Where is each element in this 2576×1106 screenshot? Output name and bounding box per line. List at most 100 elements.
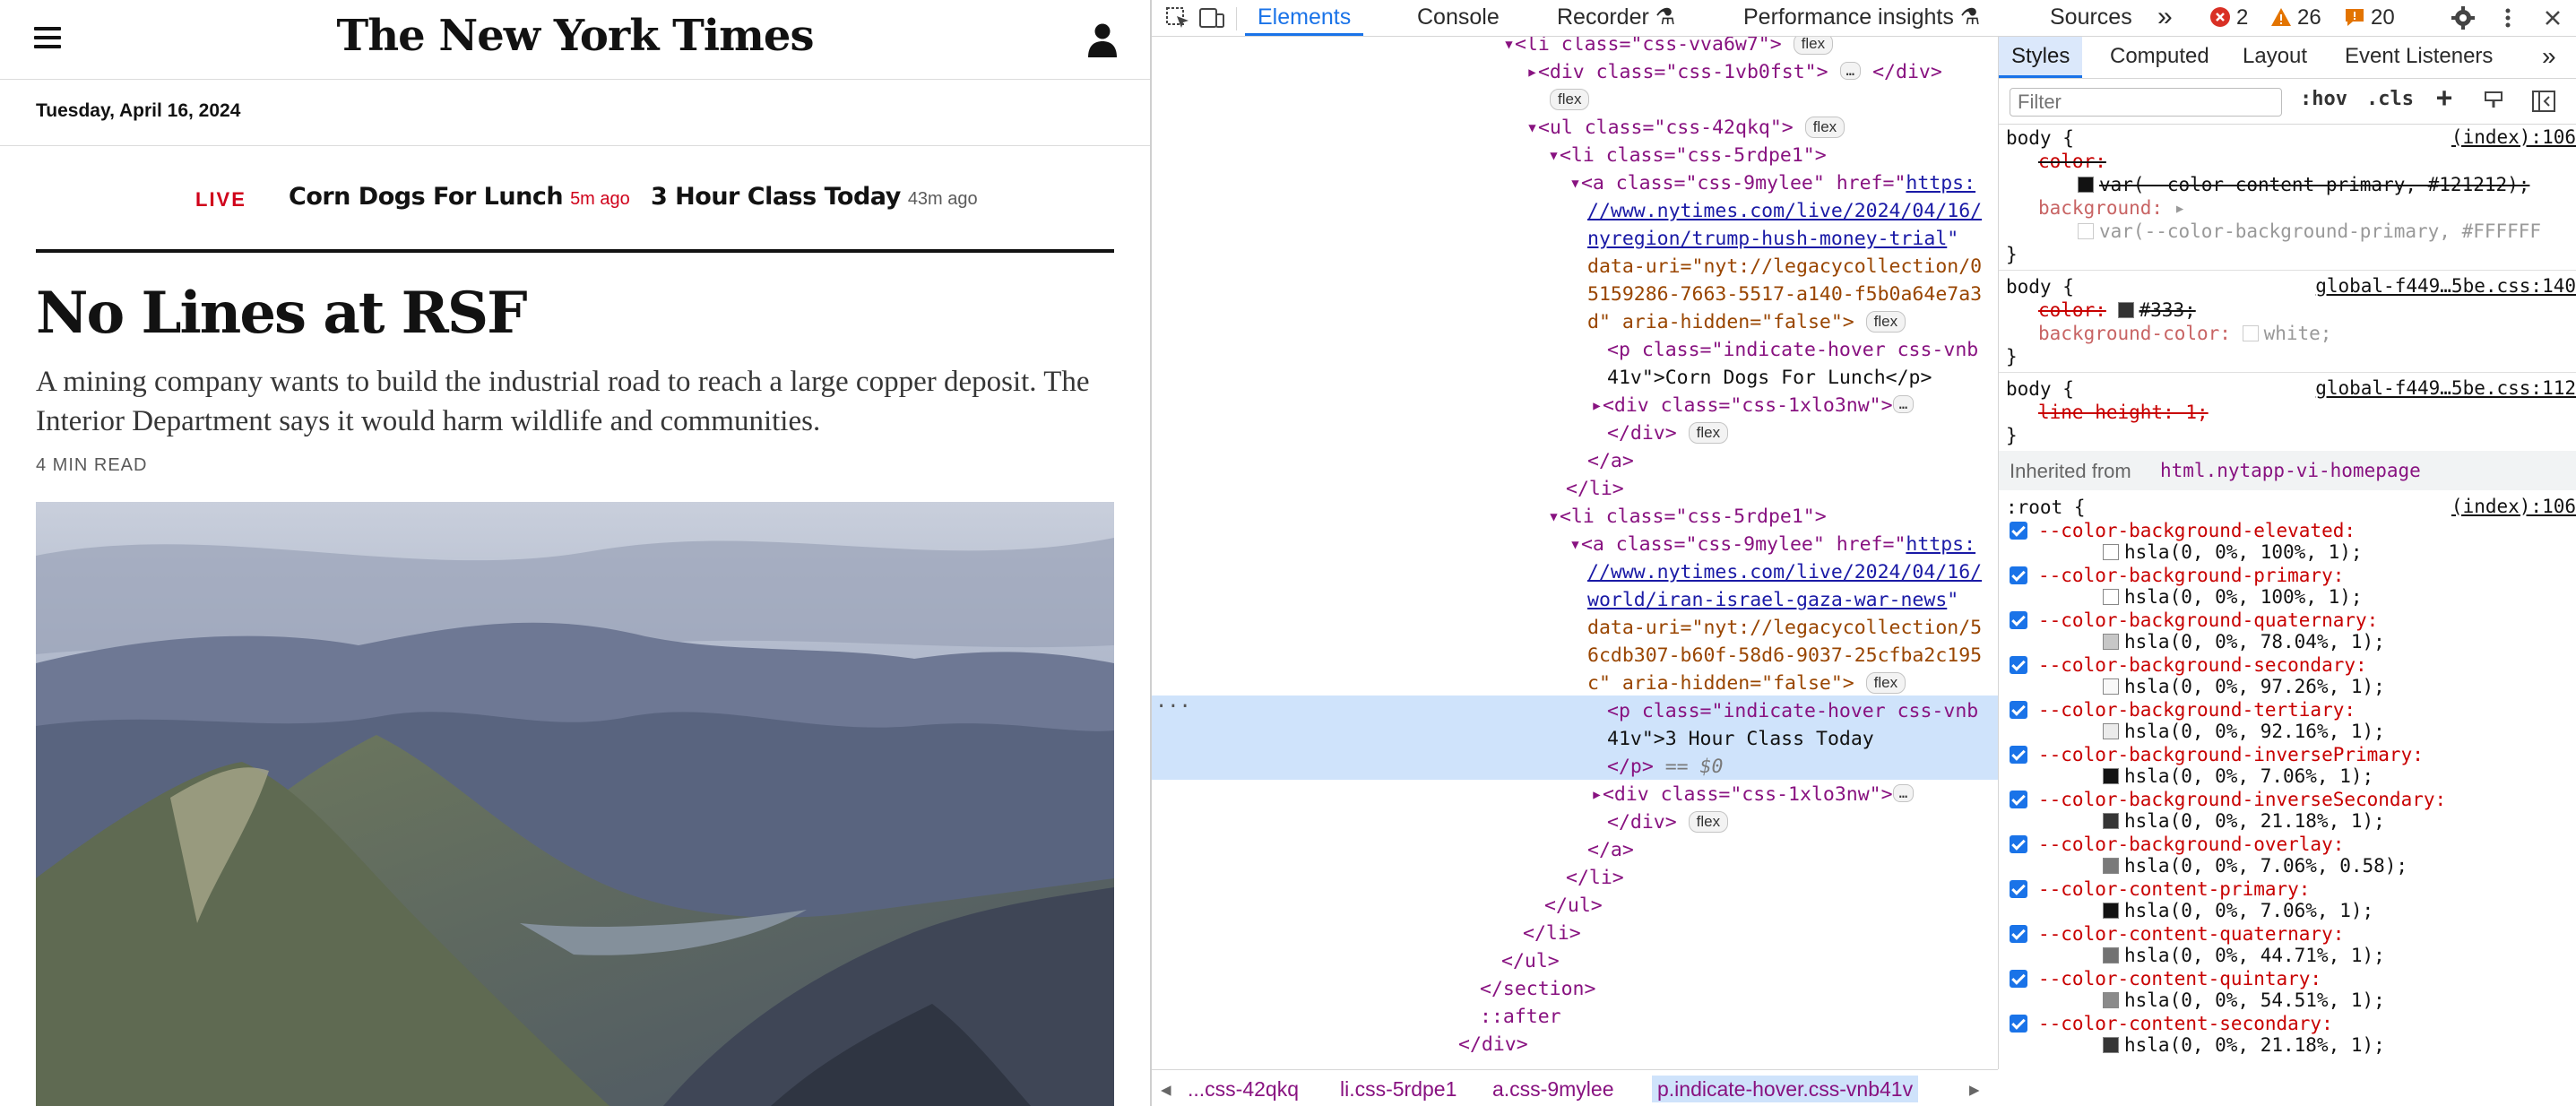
rule-selector[interactable]: :root { (2006, 496, 2086, 519)
color-swatch[interactable] (2117, 302, 2134, 318)
dom-node[interactable]: flex (1550, 87, 1590, 114)
collapsed-children[interactable]: … (1892, 395, 1915, 413)
rule-source-link[interactable]: global-f449…5be.css:112 (2315, 377, 2576, 399)
css-variable-name[interactable]: --color-background-primary: (2038, 564, 2344, 587)
dom-tag-close[interactable]: </a> (1587, 448, 1634, 475)
warnings-badge[interactable]: 26 (2270, 5, 2321, 30)
property-checkbox[interactable] (2010, 970, 2027, 988)
tab-console[interactable]: Console (1417, 0, 1500, 36)
tab-event-listeners[interactable]: Event Listeners (2345, 37, 2493, 78)
dom-tag-close[interactable]: </ul> (1501, 948, 1560, 975)
account-icon[interactable] (1086, 22, 1119, 57)
css-variable-name[interactable]: --color-content-primary: (2038, 877, 2310, 901)
rule-selector[interactable]: body { (2006, 377, 2074, 401)
css-variable-name[interactable]: --color-background-inversePrimary: (2038, 743, 2424, 766)
dom-tag-close[interactable]: </li> (1523, 920, 1581, 947)
tab-layout[interactable]: Layout (2243, 37, 2307, 78)
color-swatch[interactable] (2103, 992, 2119, 1008)
color-swatch[interactable] (2103, 1037, 2119, 1053)
tab-elements[interactable]: Elements (1245, 0, 1364, 36)
css-property[interactable]: line-height: 1; (2038, 401, 2209, 424)
issues-badge[interactable]: 20 (2344, 5, 2395, 30)
paint-brush-icon[interactable] (2483, 90, 2506, 113)
breadcrumb-item[interactable]: a.css-9mylee (1492, 1077, 1613, 1102)
href-link[interactable]: https: (1906, 533, 1975, 556)
collapsed-children[interactable]: … (1892, 784, 1915, 802)
color-swatch[interactable] (2242, 325, 2259, 341)
rule-source-link[interactable]: (index):106 (2451, 126, 2576, 148)
flex-badge[interactable]: flex (1688, 422, 1729, 444)
property-checkbox[interactable] (2010, 791, 2027, 808)
dom-tag-close[interactable]: </a> (1587, 837, 1634, 864)
story-photo[interactable] (36, 502, 1114, 1106)
inherited-element-link[interactable]: html.nytapp-vi-homepage (2160, 460, 2421, 481)
inspect-element-icon[interactable] (1164, 5, 1191, 30)
property-checkbox[interactable] (2010, 925, 2027, 943)
rule-selector[interactable]: body { (2006, 126, 2074, 150)
color-swatch[interactable] (2103, 947, 2119, 963)
property-checkbox[interactable] (2010, 566, 2027, 584)
story-headline[interactable]: No Lines at RSF (36, 280, 527, 347)
css-variable-name[interactable]: --color-content-quintary: (2038, 967, 2321, 990)
class-toggle-button[interactable]: .cls (2366, 88, 2414, 110)
href-link[interactable]: nyregion/trump-hush-money-trial (1587, 228, 1947, 250)
flex-badge[interactable]: flex (1793, 37, 1834, 55)
property-checkbox[interactable] (2010, 701, 2027, 719)
css-property[interactable]: color: (2038, 150, 2106, 173)
dom-node[interactable]: </div> flex (1607, 809, 1729, 836)
property-checkbox[interactable] (2010, 611, 2027, 629)
rule-selector[interactable]: body { (2006, 275, 2074, 298)
breadcrumb-item-active[interactable]: p.indicate-hover.css-vnb41v (1652, 1076, 1919, 1102)
dom-tag-close[interactable]: </li> (1566, 476, 1624, 503)
color-swatch[interactable] (2103, 768, 2119, 784)
css-property[interactable]: background-color: white; (2038, 322, 2331, 345)
dom-node[interactable]: ▾<a class="css-9mylee" href="https: (1569, 170, 1975, 197)
tab-recorder[interactable]: Recorder ⚗ (1557, 0, 1675, 36)
property-checkbox[interactable] (2010, 746, 2027, 764)
color-swatch[interactable] (2103, 903, 2119, 919)
dom-node[interactable]: ▸<div class="css-1xlo3nw">… (1591, 782, 1915, 808)
href-link[interactable]: //www.nytimes.com/live/2024/04/16/ (1587, 561, 1982, 583)
masthead-logo[interactable]: The New York Times (0, 11, 1150, 61)
dom-tag-close[interactable]: </ul> (1544, 893, 1603, 920)
breadcrumb-item[interactable]: li.css-5rdpe1 (1340, 1077, 1457, 1102)
collapsed-children[interactable]: … (1839, 62, 1862, 80)
color-swatch[interactable] (2103, 813, 2119, 829)
more-tabs-icon[interactable]: » (2157, 0, 2173, 36)
href-link[interactable]: https: (1906, 172, 1975, 194)
css-variable-name[interactable]: --color-background-elevated: (2038, 519, 2356, 542)
breadcrumb-item[interactable]: ...css-42qkq (1188, 1077, 1299, 1102)
color-swatch[interactable] (2103, 544, 2119, 560)
tab-sources[interactable]: Sources (2050, 0, 2132, 36)
href-link[interactable]: //www.nytimes.com/live/2024/04/16/ (1587, 200, 1982, 222)
tab-performance-insights[interactable]: Performance insights ⚗ (1743, 0, 1980, 36)
css-variable-name[interactable]: --color-background-secondary: (2038, 653, 2367, 677)
settings-gear-icon[interactable] (2450, 5, 2477, 30)
flex-badge[interactable]: flex (1865, 311, 1906, 333)
flex-badge[interactable]: flex (1804, 117, 1846, 138)
css-variable-name[interactable]: --color-content-quaternary: (2038, 922, 2344, 946)
color-swatch[interactable] (2103, 678, 2119, 695)
pseudo-element[interactable]: ::after (1480, 1004, 1561, 1031)
flex-badge[interactable]: flex (1688, 811, 1729, 833)
hover-state-button[interactable]: :hov (2300, 88, 2347, 110)
node-actions-ellipsis[interactable]: ··· (1155, 696, 1191, 718)
dom-node[interactable]: ▾<li class="css-vva6w7"> flex (1503, 37, 1834, 58)
dom-tag-close[interactable]: </section> (1480, 976, 1595, 1003)
dom-node[interactable]: </p> == $0 (1607, 754, 1723, 781)
dom-node[interactable]: ▸<div class="css-1vb0fst"> … </div> (1526, 59, 1942, 86)
property-checkbox[interactable] (2010, 522, 2027, 540)
rule-source-link[interactable]: global-f449…5be.css:140 (2315, 275, 2576, 297)
dom-node[interactable]: ▾<li class="css-5rdpe1"> (1548, 143, 1827, 169)
color-swatch[interactable] (2103, 723, 2119, 739)
more-options-icon[interactable] (2494, 5, 2521, 30)
rule-source-link[interactable]: (index):106 (2451, 496, 2576, 517)
dom-tag-close[interactable]: </div> (1458, 1032, 1528, 1058)
css-property[interactable]: color: #333; (2038, 298, 2196, 322)
href-link[interactable]: world/iran-israel-gaza-war-news (1587, 589, 1947, 611)
css-variable-name[interactable]: --color-content-secondary: (2038, 1012, 2333, 1035)
styles-filter-input[interactable] (2010, 88, 2282, 117)
more-sidebar-tabs-icon[interactable]: » (2542, 37, 2556, 78)
property-checkbox[interactable] (2010, 880, 2027, 898)
property-checkbox[interactable] (2010, 656, 2027, 674)
